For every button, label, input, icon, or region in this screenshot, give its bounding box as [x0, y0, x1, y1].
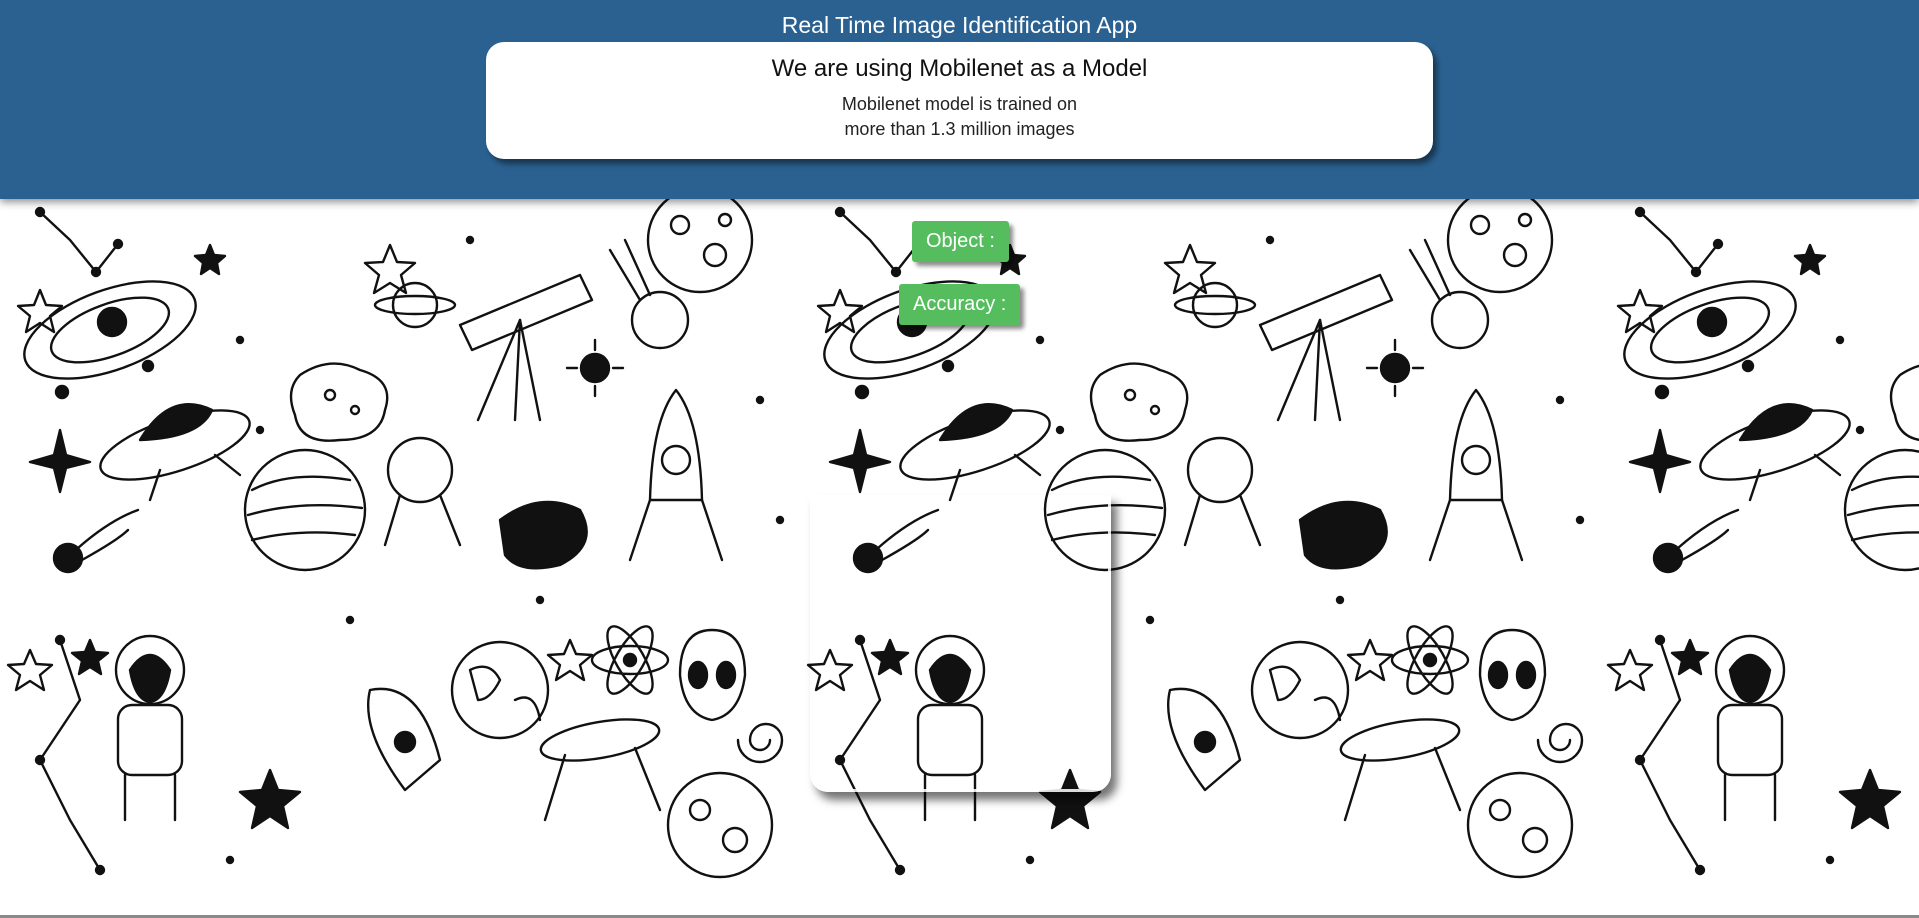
app-page: Real Time Image Identification App We ar… — [0, 0, 1919, 918]
accuracy-label: Accuracy : — [899, 284, 1021, 325]
object-label: Object : — [912, 221, 1009, 262]
model-description-line-1: Mobilenet model is trained on — [841, 94, 1078, 114]
model-info-card: We are using Mobilenet as a Model Mobile… — [486, 42, 1433, 159]
app-title: Real Time Image Identification App — [781, 12, 1138, 38]
model-description: Mobilenet model is trained on more than … — [486, 92, 1433, 142]
model-heading: We are using Mobilenet as a Model — [771, 55, 1148, 82]
model-description-line-2: more than 1.3 million images — [844, 119, 1075, 139]
app-header: Real Time Image Identification App We ar… — [0, 0, 1919, 199]
webcam-video-frame — [810, 495, 1111, 792]
